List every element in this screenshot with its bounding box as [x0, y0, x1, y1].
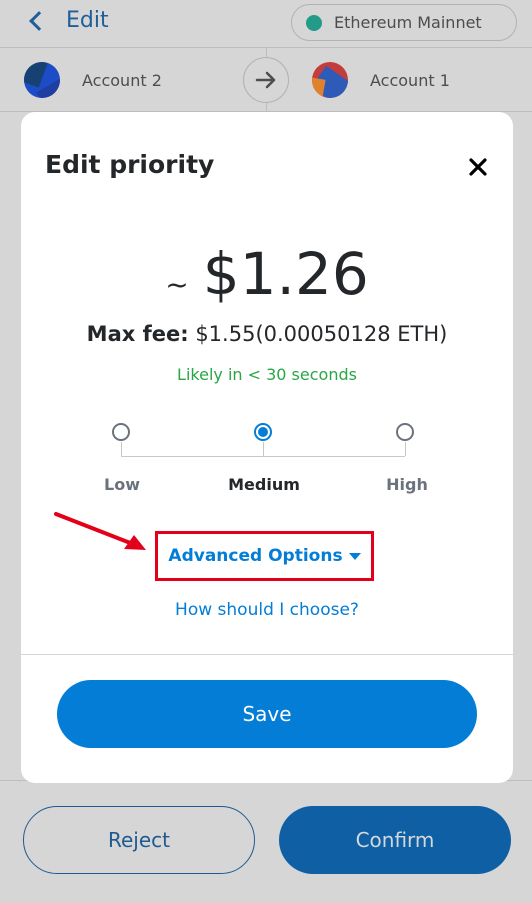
- edit-priority-modal: Edit priority ~ $1.26 Max fee: $1.55(0.0…: [21, 112, 513, 783]
- confirm-button[interactable]: Confirm: [279, 806, 511, 874]
- max-fee-label: Max fee:: [86, 322, 189, 346]
- max-fee: Max fee: $1.55(0.00050128 ETH): [21, 322, 513, 346]
- from-account[interactable]: Account 2: [24, 48, 162, 112]
- advanced-options-button[interactable]: Advanced Options: [155, 531, 374, 581]
- fee-amount: $1.26: [202, 240, 369, 308]
- reject-button[interactable]: Reject: [23, 806, 255, 874]
- advanced-options-label: Advanced Options: [168, 546, 343, 566]
- priority-medium-radio[interactable]: [254, 423, 272, 441]
- priority-high-radio[interactable]: [396, 423, 414, 441]
- priority-tick: [263, 442, 264, 456]
- priority-high-label[interactable]: High: [347, 475, 467, 494]
- network-label: Ethereum Mainnet: [334, 13, 482, 32]
- to-account[interactable]: Account 1: [312, 48, 450, 112]
- red-annotation-arrow-icon: [54, 512, 146, 550]
- from-account-label: Account 2: [82, 70, 162, 90]
- save-button[interactable]: Save: [57, 680, 477, 748]
- priority-tick: [121, 442, 122, 456]
- priority-track: [121, 456, 405, 457]
- modal-title: Edit priority: [45, 150, 215, 179]
- max-fee-value: $1.55: [195, 322, 256, 346]
- priority-medium-label[interactable]: Medium: [204, 475, 324, 494]
- close-icon[interactable]: [463, 152, 493, 182]
- back-button[interactable]: Edit: [26, 8, 109, 33]
- caret-down-icon: [348, 552, 361, 560]
- priority-low-radio[interactable]: [112, 423, 130, 441]
- to-account-label: Account 1: [370, 70, 450, 90]
- network-status-dot: [306, 14, 322, 31]
- likely-time: Likely in < 30 seconds: [177, 365, 357, 384]
- priority-tick: [405, 442, 406, 456]
- back-label: Edit: [66, 8, 109, 33]
- max-fee-eth: (0.00050128 ETH): [255, 322, 448, 346]
- arrow-right-icon: [243, 57, 289, 103]
- fee-tilde: ~: [165, 268, 189, 301]
- network-selector[interactable]: Ethereum Mainnet: [291, 4, 517, 41]
- priority-low-label[interactable]: Low: [62, 475, 182, 494]
- modal-divider: [21, 654, 513, 655]
- account-2-avatar: [24, 62, 60, 98]
- chevron-left-icon: [29, 10, 49, 31]
- top-bar: Edit Ethereum Mainnet: [0, 0, 532, 48]
- estimated-fee: ~ $1.26: [21, 240, 513, 308]
- how-to-choose-link[interactable]: How should I choose?: [21, 600, 513, 620]
- account-1-avatar: [312, 62, 348, 98]
